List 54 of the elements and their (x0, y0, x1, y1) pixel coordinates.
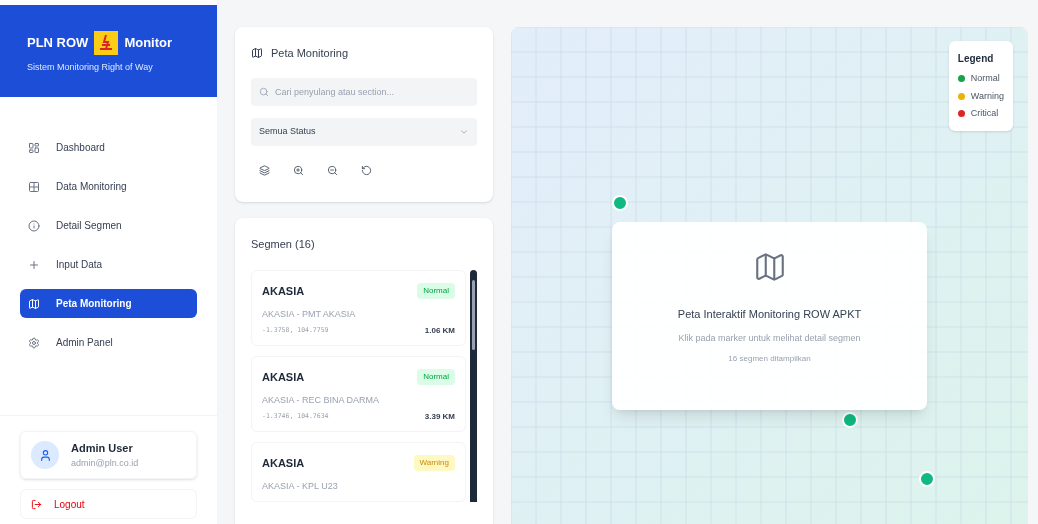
segments-title: Segmen (16) (251, 236, 316, 252)
nav-item[interactable]: Dashboard (20, 133, 197, 162)
segment-length: 3.39 KM (424, 411, 455, 423)
legend-label: Warning (970, 89, 1004, 103)
nav-item[interactable]: Input Data (20, 250, 197, 279)
user-icon (38, 448, 52, 462)
brand-title: PLN ROW (27, 34, 89, 53)
plus-icon (28, 258, 40, 271)
map-icon (28, 297, 40, 310)
nav-item[interactable]: Detail Segmen (20, 211, 197, 240)
segment-name: AKASIA (262, 370, 305, 385)
search-icon (259, 86, 269, 97)
status-tag: Warning (413, 455, 455, 472)
map-info-count: 16 segmen ditampilkan (728, 353, 811, 365)
logout-icon (31, 498, 42, 510)
scrollbar[interactable] (470, 270, 477, 502)
logout-button[interactable]: Logout (20, 489, 197, 519)
reset-icon (360, 165, 372, 176)
nav-item[interactable]: Data Monitoring (20, 172, 197, 201)
legend-label: Critical (970, 107, 999, 120)
nav-item[interactable]: Peta Monitoring (20, 289, 197, 318)
status-tag: Normal (417, 369, 455, 386)
legend-label: Normal (970, 72, 1000, 85)
brand-title: Monitor (124, 34, 173, 53)
segment-name: AKASIA (262, 284, 305, 299)
map-marker[interactable] (842, 412, 858, 428)
segment-length: 1.06 KM (424, 325, 455, 337)
segment-name: AKASIA (262, 456, 305, 471)
settings-icon (28, 336, 40, 349)
search-field[interactable]: Cari penyulang atau section... (251, 77, 477, 106)
segment-route: AKASIA - PMT AKASIA (262, 307, 357, 321)
map-marker[interactable] (919, 471, 935, 487)
dashboard-icon (28, 141, 40, 154)
nav-item[interactable]: Admin Panel (20, 328, 197, 357)
map-icon (251, 47, 263, 60)
brand-subtitle: Sistem Monitoring Right of Way (27, 61, 154, 74)
user-name: Admin User (71, 441, 134, 456)
map-info-title: Peta Interaktif Monitoring ROW APKT (677, 307, 862, 322)
grid-icon (28, 180, 40, 193)
map-marker[interactable] (612, 195, 628, 211)
segment-card[interactable]: AKASIA Warning AKASIA - KPL U23 (251, 442, 466, 502)
status-dropdown[interactable]: Semua Status (251, 117, 477, 146)
map-info-hint: Klik pada marker untuk melihat detail segmen (678, 331, 861, 345)
panel-title: Peta Monitoring (271, 46, 349, 61)
segment-route: AKASIA - REC BINA DARMA (262, 393, 381, 407)
legend-title: Legend (957, 52, 995, 66)
info-icon (28, 219, 40, 232)
logo-icon (94, 31, 119, 55)
zoom-in-icon (292, 165, 304, 176)
segment-route: AKASIA - KPL U23 (262, 479, 339, 493)
status-tag: Normal (417, 283, 455, 300)
user-email: admin@pln.co.id (71, 456, 139, 470)
layers-icon (258, 165, 270, 176)
zoom-out-icon (326, 165, 338, 176)
